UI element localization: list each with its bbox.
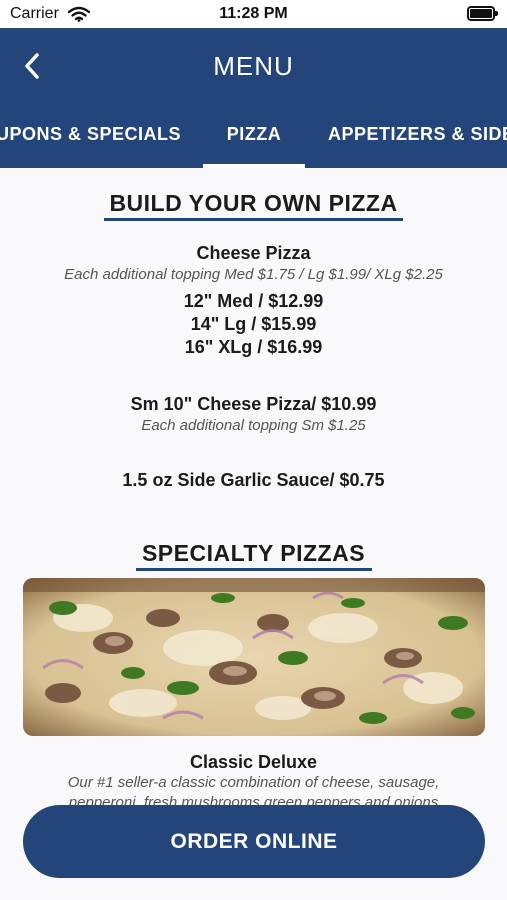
status-bar: Carrier 11:28 PM — [0, 0, 507, 28]
section-heading-build-your-own: BUILD YOUR OWN PIZZA — [109, 190, 398, 216]
price-medium: 12" Med / $12.99 — [183, 291, 324, 311]
price-large: 14" Lg / $15.99 — [190, 314, 317, 334]
menu-content[interactable]: BUILD YOUR OWN PIZZA Cheese Pizza Each a… — [0, 168, 507, 900]
heading-underline — [104, 218, 403, 221]
price-xlarge: 16" XLg / $16.99 — [184, 337, 323, 357]
tab-coupons-specials[interactable]: UPONS & SPECIALS — [0, 124, 181, 145]
item-name-classic-deluxe: Classic Deluxe — [189, 752, 318, 772]
category-tabs: UPONS & SPECIALS PIZZA APPETIZERS & SIDE — [0, 114, 507, 168]
section-heading-specialty: SPECIALTY PIZZAS — [141, 540, 366, 566]
item-note-small-toppings: Each additional topping Sm $1.25 — [141, 417, 366, 434]
tab-pizza[interactable]: PIZZA — [203, 124, 305, 145]
tab-appetizers-sides[interactable]: APPETIZERS & SIDE — [328, 124, 507, 145]
order-online-button[interactable]: ORDER ONLINE — [23, 805, 485, 878]
heading-underline — [136, 568, 372, 571]
item-description-line-1: Our #1 seller-a classic combination of c… — [67, 774, 440, 791]
navigation-bar: MENU UPONS & SPECIALS PIZZA APPETIZERS &… — [0, 28, 507, 168]
item-name-small-cheese-pizza: Sm 10" Cheese Pizza/ $10.99 — [130, 394, 377, 414]
order-online-label: ORDER ONLINE — [170, 829, 338, 853]
pizza-photo — [23, 578, 485, 736]
battery-icon — [467, 6, 498, 21]
item-note-toppings: Each additional topping Med $1.75 / Lg $… — [64, 266, 443, 283]
item-name-garlic-sauce: 1.5 oz Side Garlic Sauce/ $0.75 — [122, 470, 385, 490]
item-name-cheese-pizza: Cheese Pizza — [196, 243, 311, 263]
page-title: MENU — [213, 51, 294, 81]
clock: 11:28 PM — [219, 5, 288, 22]
